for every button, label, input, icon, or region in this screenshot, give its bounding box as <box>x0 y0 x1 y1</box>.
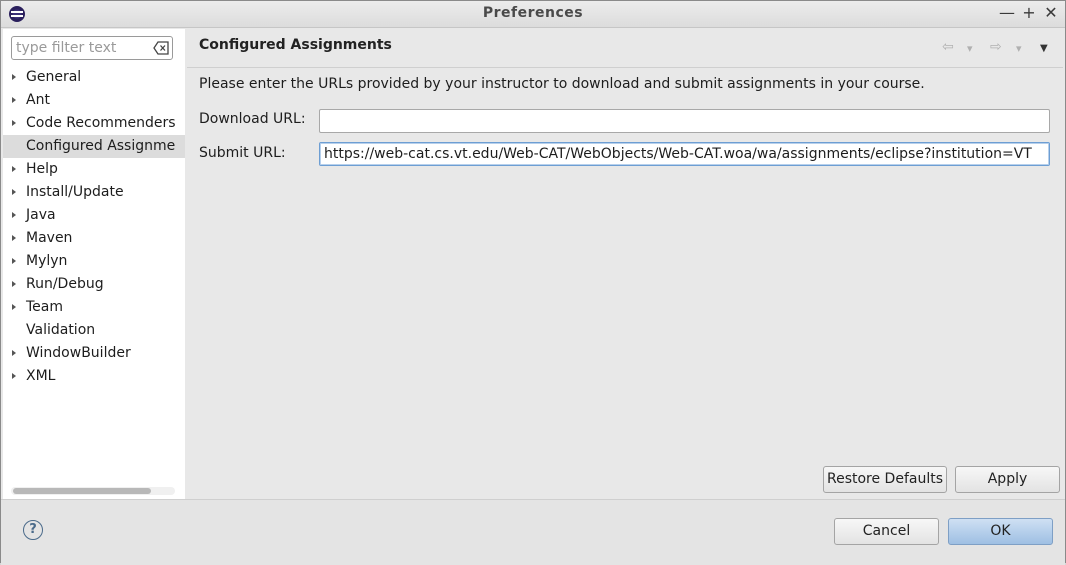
title-bar[interactable]: Preferences — + ✕ <box>1 1 1065 28</box>
cancel-button[interactable]: Cancel <box>834 518 939 545</box>
ok-button[interactable]: OK <box>948 518 1053 545</box>
tree-item-xml[interactable]: XML <box>3 365 185 388</box>
expand-arrow-icon[interactable] <box>12 120 16 126</box>
expand-arrow-icon[interactable] <box>12 166 16 172</box>
tree-item-mylyn[interactable]: Mylyn <box>3 250 185 273</box>
filter-input[interactable] <box>16 39 146 57</box>
dialog-footer: ? Cancel OK <box>1 499 1065 565</box>
tree-item-maven[interactable]: Maven <box>3 227 185 250</box>
download-url-label: Download URL: <box>199 111 306 127</box>
tree-item-install-update[interactable]: Install/Update <box>3 181 185 204</box>
preferences-window: Preferences — + ✕ General Ant Code Recomme… <box>0 0 1066 565</box>
preference-page: Configured Assignments ⇦ ▾ ⇨ ▾ ▼ Please … <box>187 29 1063 499</box>
tree-item-label: Java <box>26 207 56 223</box>
expand-arrow-icon[interactable] <box>12 97 16 103</box>
scrollbar-thumb[interactable] <box>13 488 151 494</box>
tree-item-help[interactable]: Help <box>3 158 185 181</box>
expand-arrow-icon[interactable] <box>12 304 16 310</box>
expand-arrow-icon[interactable] <box>12 281 16 287</box>
tree-item-label: Team <box>26 299 64 315</box>
expand-arrow-icon[interactable] <box>12 235 16 241</box>
window-title: Preferences <box>482 5 584 21</box>
forward-arrow-icon[interactable]: ⇨ <box>990 39 1002 55</box>
view-menu-icon[interactable]: ▼ <box>1040 43 1048 54</box>
tree-item-general[interactable]: General <box>3 66 185 89</box>
tree-item-label: Ant <box>26 92 50 108</box>
expand-arrow-icon[interactable] <box>12 373 16 379</box>
back-dropdown-icon[interactable]: ▾ <box>967 42 973 55</box>
tree-item-java[interactable]: Java <box>3 204 185 227</box>
tree-horizontal-scrollbar[interactable] <box>11 487 175 495</box>
tree-item-label: Mylyn <box>26 253 68 269</box>
filter-box <box>11 36 173 60</box>
tree-item-ant[interactable]: Ant <box>3 89 185 112</box>
maximize-button[interactable]: + <box>1020 3 1038 23</box>
tree-item-configured-assignme[interactable]: Configured Assignme <box>3 135 185 158</box>
header-separator <box>187 67 1063 68</box>
apply-button[interactable]: Apply <box>955 466 1060 493</box>
expand-arrow-icon[interactable] <box>12 189 16 195</box>
clear-filter-icon[interactable] <box>153 41 169 55</box>
download-url-input[interactable] <box>319 109 1050 133</box>
forward-dropdown-icon[interactable]: ▾ <box>1016 42 1022 55</box>
preference-tree-panel: General Ant Code Recommenders Configured As… <box>3 29 185 499</box>
expand-arrow-icon[interactable] <box>12 212 16 218</box>
tree-item-validation[interactable]: Validation <box>3 319 185 342</box>
tree-item-label: Install/Update <box>26 184 124 200</box>
submit-url-input[interactable] <box>319 142 1050 166</box>
help-icon[interactable]: ? <box>23 520 43 540</box>
expand-arrow-icon[interactable] <box>12 74 16 80</box>
tree-item-label: Code Recommenders <box>26 115 176 131</box>
tree-item-label: Run/Debug <box>26 276 104 292</box>
tree-item-code-recommenders[interactable]: Code Recommenders <box>3 112 185 135</box>
close-button[interactable]: ✕ <box>1042 3 1060 23</box>
back-arrow-icon[interactable]: ⇦ <box>942 39 954 55</box>
submit-url-label: Submit URL: <box>199 145 286 161</box>
tree-item-label: Maven <box>26 230 73 246</box>
restore-defaults-button[interactable]: Restore Defaults <box>823 466 947 493</box>
tree-item-label: Configured Assignme <box>26 138 176 154</box>
tree-item-team[interactable]: Team <box>3 296 185 319</box>
tree-item-label: General <box>26 69 82 85</box>
expand-arrow-icon[interactable] <box>12 258 16 264</box>
expand-arrow-icon[interactable] <box>12 350 16 356</box>
tree-item-label: Validation <box>26 322 96 338</box>
page-description: Please enter the URLs provided by your i… <box>199 76 925 92</box>
minimize-button[interactable]: — <box>998 3 1016 23</box>
tree-item-label: Help <box>26 161 58 177</box>
tree-item-run-debug[interactable]: Run/Debug <box>3 273 185 296</box>
tree-item-windowbuilder[interactable]: WindowBuilder <box>3 342 185 365</box>
tree-item-label: WindowBuilder <box>26 345 131 361</box>
preference-tree: General Ant Code Recommenders Configured As… <box>3 66 185 388</box>
page-title: Configured Assignments <box>199 37 392 53</box>
tree-item-label: XML <box>26 368 56 384</box>
